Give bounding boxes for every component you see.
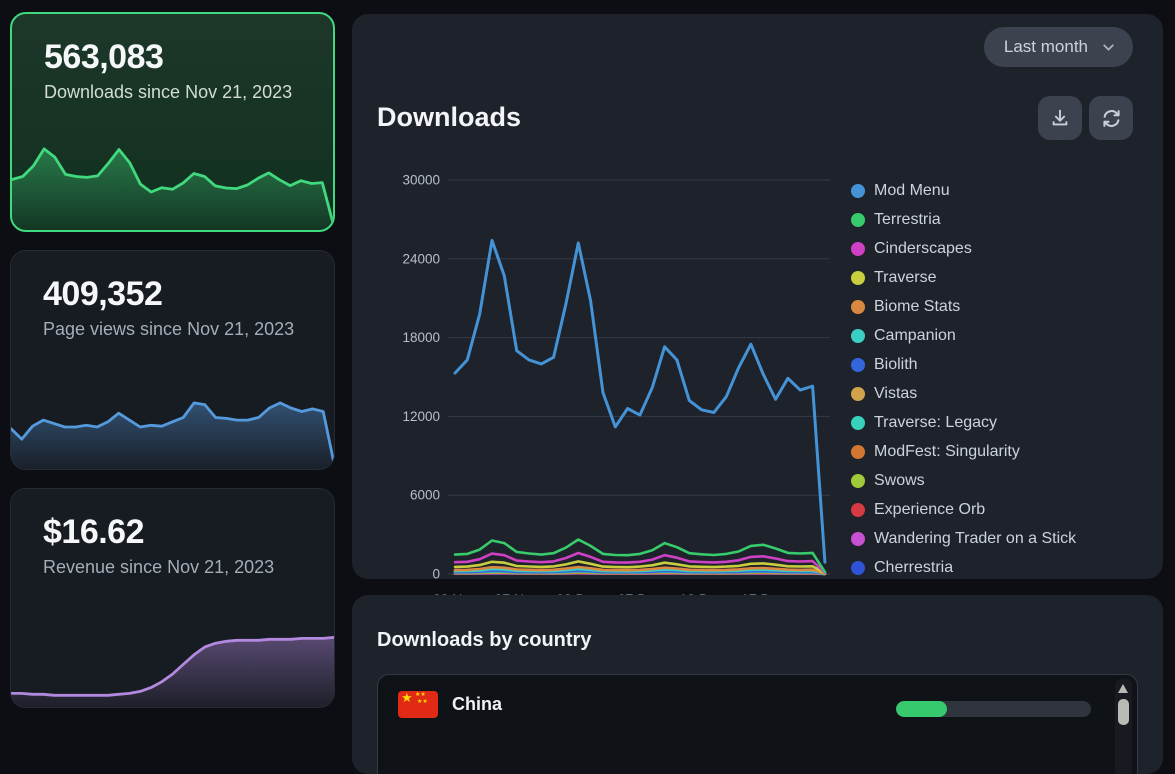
- stats-sidebar: 563,083 Downloads since Nov 21, 2023 409…: [10, 12, 335, 774]
- legend-label: Cinderscapes: [874, 240, 972, 258]
- legend-label: Swows: [874, 472, 925, 490]
- legend-item[interactable]: Biolith: [851, 350, 1076, 379]
- stat-card-page-views[interactable]: 409,352 Page views since Nov 21, 2023: [10, 250, 335, 470]
- legend-item[interactable]: Campanion: [851, 321, 1076, 350]
- legend-dot-icon: [851, 416, 865, 430]
- country-bar-fill: [896, 701, 947, 717]
- revenue-total: $16.62: [11, 489, 334, 552]
- revenue-sparkline: [11, 615, 334, 707]
- legend-dot-icon: [851, 242, 865, 256]
- svg-text:12000: 12000: [402, 409, 440, 424]
- page-views-total: 409,352: [11, 251, 334, 314]
- chevron-down-icon: [1100, 39, 1117, 56]
- svg-text:18000: 18000: [402, 330, 440, 345]
- page-views-caption: Page views since Nov 21, 2023: [11, 314, 334, 341]
- page-views-sparkline: [11, 377, 334, 469]
- legend-dot-icon: [851, 300, 865, 314]
- legend-label: Traverse: [874, 269, 937, 287]
- chart-legend: Mod Menu Terrestria Cinderscapes Traverse Bi…: [851, 176, 1076, 582]
- legend-item[interactable]: Traverse: [851, 263, 1076, 292]
- refresh-icon: [1100, 107, 1123, 130]
- date-range-label: Last month: [1004, 37, 1088, 57]
- panel-title: Downloads: [377, 102, 521, 133]
- legend-dot-icon: [851, 358, 865, 372]
- legend-label: Biome Stats: [874, 298, 960, 316]
- legend-label: Vistas: [874, 385, 917, 403]
- stat-card-revenue[interactable]: $16.62 Revenue since Nov 21, 2023: [10, 488, 335, 708]
- legend-dot-icon: [851, 503, 865, 517]
- chart-actions: [1038, 96, 1133, 140]
- svg-text:6000: 6000: [410, 488, 440, 503]
- legend-item[interactable]: Biome Stats: [851, 292, 1076, 321]
- legend-label: Wandering Trader on a Stick: [874, 530, 1076, 548]
- legend-label: Mod Menu: [874, 182, 950, 200]
- country-name: China: [452, 694, 502, 715]
- refresh-button[interactable]: [1089, 96, 1133, 140]
- legend-item[interactable]: Cherrestria: [851, 553, 1076, 582]
- country-row-china: ★ ★★ ★★ China: [378, 675, 1137, 734]
- svg-text:30000: 30000: [402, 173, 440, 188]
- legend-item[interactable]: Terrestria: [851, 205, 1076, 234]
- legend-item[interactable]: Experience Orb: [851, 495, 1076, 524]
- legend-item[interactable]: Mod Menu: [851, 176, 1076, 205]
- country-downloads-bar: [896, 701, 1091, 717]
- stat-card-downloads[interactable]: 563,083 Downloads since Nov 21, 2023: [10, 12, 335, 232]
- legend-label: Experience Orb: [874, 501, 985, 519]
- downloads-sparkline: [12, 138, 333, 230]
- legend-label: Traverse: Legacy: [874, 414, 997, 432]
- legend-label: Campanion: [874, 327, 956, 345]
- country-list-scrollbar[interactable]: [1115, 678, 1132, 774]
- download-icon: [1049, 107, 1071, 129]
- legend-label: ModFest: Singularity: [874, 443, 1020, 461]
- downloads-panel: Last month Downloads 06000120: [352, 14, 1163, 579]
- legend-dot-icon: [851, 271, 865, 285]
- legend-item[interactable]: ModFest: Singularity: [851, 437, 1076, 466]
- legend-item[interactable]: Vistas: [851, 379, 1076, 408]
- scrollbar-up-arrow-icon[interactable]: [1118, 684, 1128, 693]
- country-panel-title: Downloads by country: [377, 629, 591, 652]
- legend-item[interactable]: Traverse: Legacy: [851, 408, 1076, 437]
- legend-dot-icon: [851, 445, 865, 459]
- export-button[interactable]: [1038, 96, 1082, 140]
- legend-dot-icon: [851, 532, 865, 546]
- legend-label: Biolith: [874, 356, 918, 374]
- legend-dot-icon: [851, 474, 865, 488]
- legend-dot-icon: [851, 213, 865, 227]
- china-flag-icon: ★ ★★ ★★: [398, 691, 438, 718]
- date-range-selector[interactable]: Last month: [984, 27, 1133, 67]
- legend-dot-icon: [851, 561, 865, 575]
- legend-label: Cherrestria: [874, 559, 953, 577]
- svg-text:24000: 24000: [402, 251, 440, 266]
- svg-text:0: 0: [432, 567, 440, 582]
- main-column: Last month Downloads 06000120: [352, 14, 1163, 774]
- downloads-line-chart: 060001200018000240003000022 Nov27 Nov02 …: [352, 164, 852, 634]
- legend-item[interactable]: Swows: [851, 466, 1076, 495]
- revenue-caption: Revenue since Nov 21, 2023: [11, 552, 334, 579]
- country-list: ★ ★★ ★★ China: [377, 674, 1138, 774]
- legend-item[interactable]: Cinderscapes: [851, 234, 1076, 263]
- analytics-page: 563,083 Downloads since Nov 21, 2023 409…: [0, 0, 1175, 774]
- legend-item[interactable]: Wandering Trader on a Stick: [851, 524, 1076, 553]
- downloads-total: 563,083: [12, 14, 333, 77]
- downloads-by-country-panel: Downloads by country ★ ★★ ★★ China: [352, 595, 1163, 774]
- scrollbar-thumb[interactable]: [1118, 699, 1129, 725]
- downloads-caption: Downloads since Nov 21, 2023: [12, 77, 333, 104]
- legend-dot-icon: [851, 387, 865, 401]
- legend-dot-icon: [851, 329, 865, 343]
- legend-dot-icon: [851, 184, 865, 198]
- legend-label: Terrestria: [874, 211, 941, 229]
